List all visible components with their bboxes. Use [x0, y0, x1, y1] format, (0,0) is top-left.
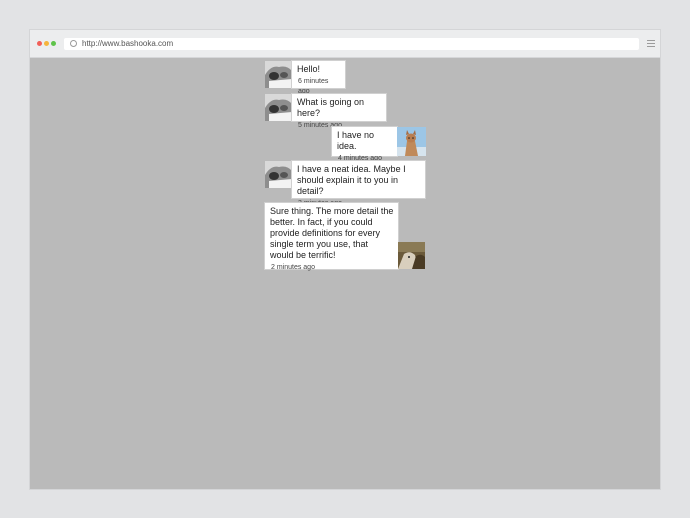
- avatar: [265, 161, 292, 188]
- message-text: Sure thing. The more detail the better. …: [270, 206, 394, 260]
- avatar: [397, 127, 426, 156]
- message-bubble: Hello! 6 minutes ago: [292, 61, 345, 95]
- maximize-window-button[interactable]: [51, 41, 56, 46]
- close-window-button[interactable]: [37, 41, 42, 46]
- message-text: What is going on here?: [297, 97, 365, 118]
- chat-area: Hello! 6 minutes ago What is going on he…: [30, 58, 660, 489]
- address-bar[interactable]: http://www.bashooka.com: [64, 38, 639, 50]
- avatar: [265, 61, 292, 88]
- message-text: I have no idea.: [337, 130, 375, 151]
- message-bubble: What is going on here? 5 minutes ago: [292, 94, 386, 129]
- address-bar-url: http://www.bashooka.com: [82, 39, 174, 48]
- search-icon: [70, 40, 77, 47]
- avatar: [398, 242, 425, 269]
- browser-window: http://www.bashooka.com Hello! 6 minutes…: [30, 30, 660, 489]
- message-bubble: Sure thing. The more detail the better. …: [265, 203, 398, 271]
- message-text: I have a neat idea. Maybe I should expla…: [297, 164, 406, 196]
- browser-toolbar: http://www.bashooka.com: [30, 30, 660, 58]
- message-time: 2 minutes ago: [271, 264, 315, 271]
- avatar: [265, 94, 292, 121]
- hamburger-icon[interactable]: [647, 40, 655, 49]
- minimize-window-button[interactable]: [44, 41, 49, 46]
- message-bubble: I have no idea. 4 minutes ago: [332, 127, 397, 162]
- message-bubble: I have a neat idea. Maybe I should expla…: [292, 161, 425, 207]
- message-text: Hello!: [297, 64, 321, 74]
